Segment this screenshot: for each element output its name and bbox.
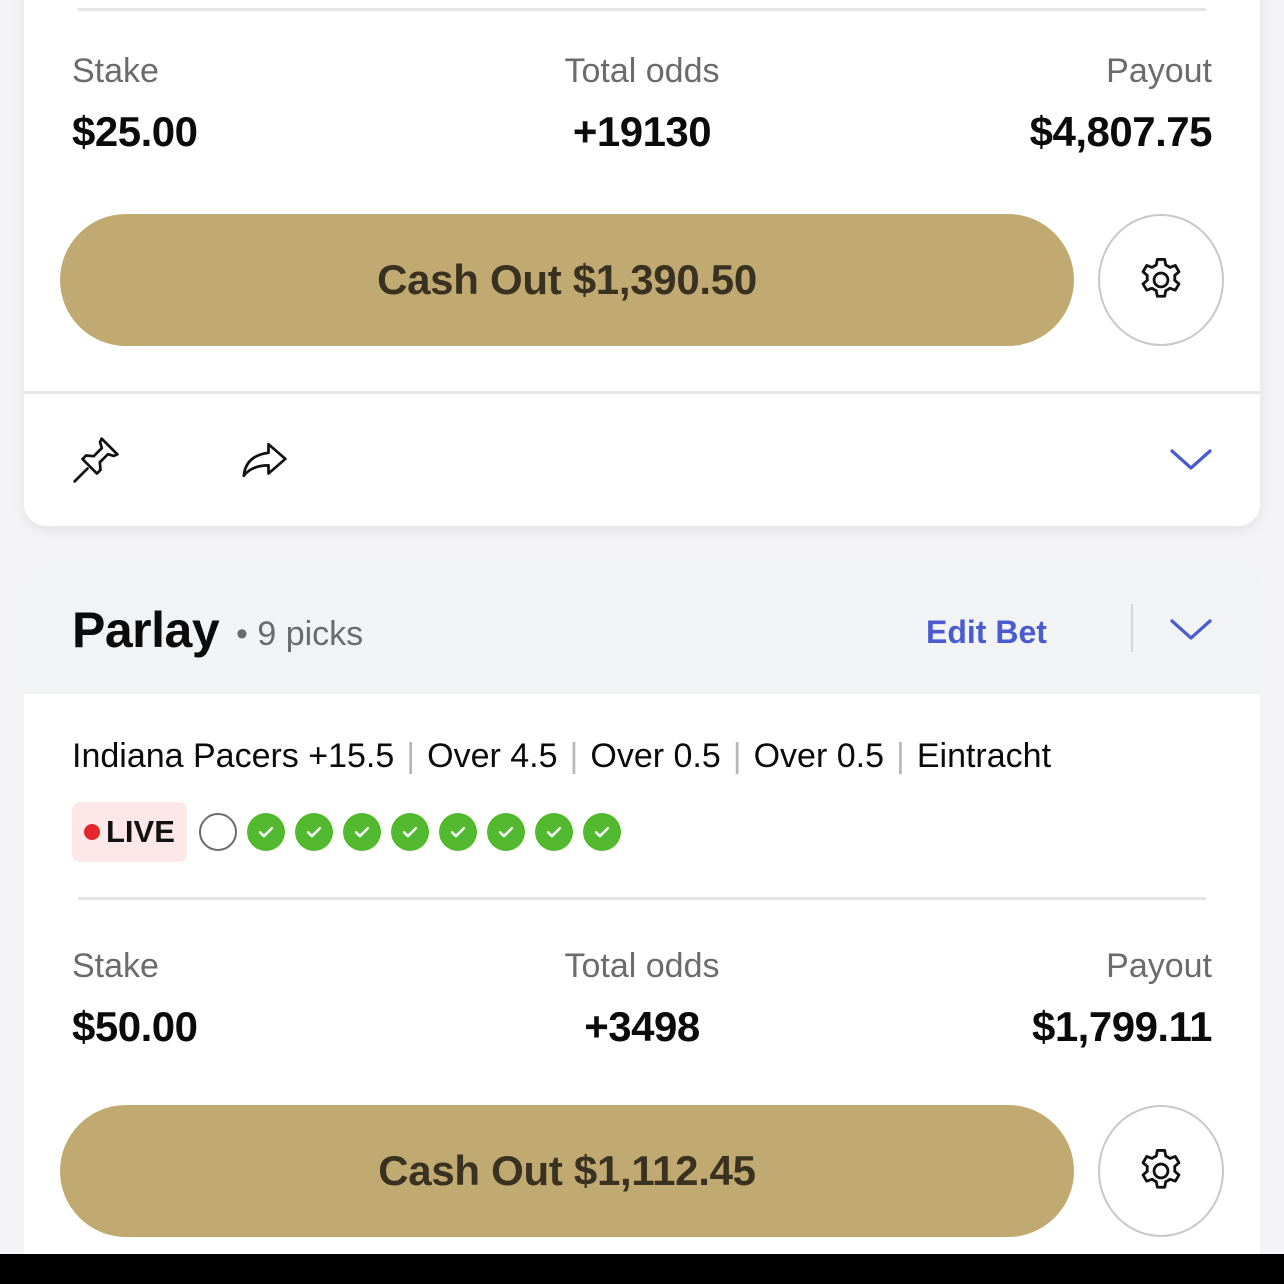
check-icon (258, 827, 273, 838)
pick-won-indicator (390, 813, 429, 851)
bet-header: Parlay • 9 picks Edit Bet (24, 564, 1260, 694)
pick-won-indicator (534, 813, 573, 851)
payout-column: Payout $1,799.11 (1031, 946, 1213, 1052)
cash-out-settings-button[interactable] (1098, 214, 1224, 346)
bet-list: Stake $25.00 Total odds +19130 Payout $4… (0, 0, 1284, 1284)
payout-column: Payout $4,807.75 (1029, 51, 1213, 157)
divider (24, 391, 1260, 394)
cash-out-button[interactable]: Cash Out $1,390.50 (60, 214, 1074, 346)
live-label: LIVE (106, 814, 175, 849)
bet-summary: Stake $50.00 Total odds +3498 Payout $1,… (72, 946, 1213, 1056)
share-icon (242, 442, 287, 478)
pick-won-indicator (342, 813, 381, 851)
chevron-down-icon (1170, 619, 1212, 640)
pick-pending-indicator (198, 813, 237, 851)
leg: Indiana Pacers +15.5 (72, 737, 395, 775)
expand-toggle[interactable] (1163, 602, 1219, 658)
check-icon (306, 827, 321, 838)
edit-bet-button[interactable]: Edit Bet (926, 612, 1047, 652)
pick-won-indicator (582, 813, 621, 851)
check-icon (498, 827, 513, 838)
payout-label: Payout (1106, 52, 1212, 90)
pick-won-indicator (438, 813, 477, 851)
gear-icon (1141, 258, 1181, 298)
bet-card-2: Parlay • 9 picks Edit Bet Indiana Pacers… (24, 564, 1260, 1284)
bet-type-title: Parlay (72, 602, 220, 658)
cash-out-settings-button[interactable] (1098, 1105, 1224, 1237)
divider (1131, 604, 1133, 652)
check-icon (546, 827, 561, 838)
pick-won-indicator (486, 813, 525, 851)
pick-status-row: LIVE (72, 802, 621, 862)
leg: Over 0.5 (753, 737, 884, 775)
leg: Eintracht (916, 737, 1052, 775)
check-icon (354, 827, 369, 838)
leg: Over 0.5 (590, 737, 721, 775)
home-indicator-bar (0, 1254, 1284, 1284)
bet-summary: Stake $25.00 Total odds +19130 Payout $4… (72, 51, 1213, 161)
payout-label: Payout (1106, 947, 1212, 985)
pick-won-indicator (294, 813, 333, 851)
picks-count: • 9 picks (236, 615, 364, 653)
check-icon (594, 827, 609, 838)
pick-won-indicator (246, 813, 285, 851)
leg: Over 4.5 (427, 737, 558, 775)
bet-card-1: Stake $25.00 Total odds +19130 Payout $4… (24, 0, 1260, 526)
pin-icon (73, 437, 119, 483)
divider (78, 8, 1206, 11)
payout-value: $4,807.75 (1029, 108, 1213, 155)
share-button[interactable] (236, 432, 292, 488)
check-icon (450, 827, 465, 838)
divider (78, 897, 1206, 900)
check-icon (402, 827, 417, 838)
gear-icon (1141, 1149, 1181, 1189)
pin-button[interactable] (68, 432, 124, 488)
parlay-legs: Indiana Pacers +15.5 | Over 4.5 | Over 0.5 | O… (72, 737, 1052, 775)
cash-out-button[interactable]: Cash Out $1,112.45 (60, 1105, 1074, 1237)
live-dot (84, 824, 100, 840)
live-badge: LIVE (72, 802, 187, 862)
payout-value: $1,799.11 (1031, 1003, 1213, 1050)
expand-toggle[interactable] (1163, 432, 1219, 488)
chevron-down-icon (1170, 449, 1212, 470)
